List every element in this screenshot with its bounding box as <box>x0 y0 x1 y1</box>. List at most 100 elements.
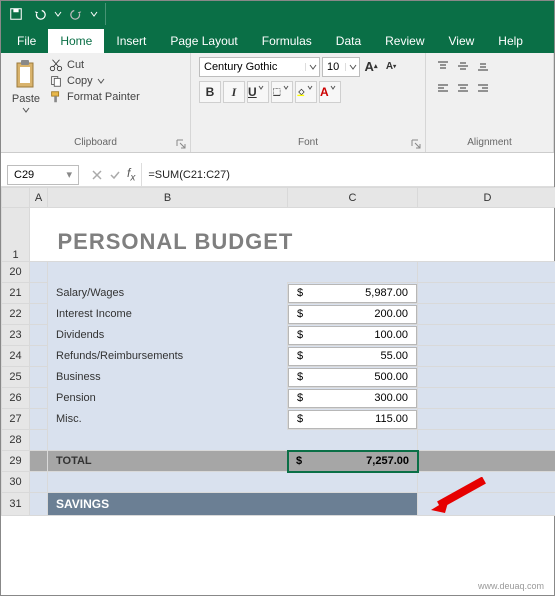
cell[interactable] <box>48 430 288 451</box>
row-header[interactable]: 31 <box>2 493 30 516</box>
cell[interactable] <box>418 346 555 367</box>
save-button[interactable] <box>5 3 27 25</box>
row-header[interactable]: 24 <box>2 346 30 367</box>
cell[interactable] <box>418 409 555 430</box>
decrease-font-button[interactable]: A▾ <box>382 57 400 75</box>
cell[interactable] <box>418 388 555 409</box>
qat-customize[interactable] <box>89 10 99 18</box>
row-header[interactable]: 29 <box>2 451 30 472</box>
clipboard-launcher[interactable] <box>175 138 187 150</box>
increase-font-button[interactable]: A▴ <box>362 57 380 75</box>
paste-button[interactable]: Paste <box>9 57 43 115</box>
cell-label[interactable]: Business <box>48 367 288 388</box>
cell-amount[interactable]: $100.00 <box>288 325 418 346</box>
chevron-down-icon[interactable] <box>345 63 359 71</box>
chevron-down-icon[interactable] <box>305 63 319 71</box>
cell[interactable] <box>30 493 48 516</box>
col-header-d[interactable]: D <box>418 188 555 208</box>
bold-button[interactable]: B <box>199 81 221 103</box>
row-header[interactable]: 27 <box>2 409 30 430</box>
cell[interactable] <box>288 472 418 493</box>
font-launcher[interactable] <box>410 138 422 150</box>
cell-section[interactable]: SAVINGS <box>48 493 418 516</box>
cell-amount[interactable]: $300.00 <box>288 388 418 409</box>
fill-color-button[interactable] <box>295 81 317 103</box>
cell[interactable] <box>30 430 48 451</box>
cell-title[interactable]: PERSONAL BUDGET <box>48 208 555 262</box>
cell[interactable] <box>418 451 555 472</box>
undo-button[interactable] <box>29 3 51 25</box>
redo-button[interactable] <box>65 3 87 25</box>
enter-icon[interactable] <box>109 169 121 181</box>
cell-amount[interactable]: $115.00 <box>288 409 418 430</box>
tab-pagelayout[interactable]: Page Layout <box>158 29 249 53</box>
align-bottom-button[interactable] <box>474 57 492 75</box>
cell[interactable] <box>30 472 48 493</box>
tab-view[interactable]: View <box>437 29 487 53</box>
align-right-button[interactable] <box>474 79 492 97</box>
cell-label[interactable]: Interest Income <box>48 304 288 325</box>
formula-bar[interactable]: =SUM(C21:C27) <box>142 169 554 181</box>
cell[interactable] <box>30 208 48 262</box>
cell[interactable] <box>418 325 555 346</box>
row-header[interactable]: 1 <box>2 208 30 262</box>
tab-home[interactable]: Home <box>48 29 104 53</box>
cell[interactable] <box>418 430 555 451</box>
cell-total-amount[interactable]: $7,257.00 <box>288 451 418 472</box>
align-middle-button[interactable] <box>454 57 472 75</box>
font-color-button[interactable]: A <box>319 81 341 103</box>
name-box[interactable]: C29 ▾ <box>7 165 79 185</box>
col-header-c[interactable]: C <box>288 188 418 208</box>
cell-label[interactable]: Refunds/Reimbursements <box>48 346 288 367</box>
cell[interactable] <box>418 367 555 388</box>
italic-button[interactable]: I <box>223 81 245 103</box>
font-size-input[interactable] <box>323 58 345 76</box>
row-header[interactable]: 21 <box>2 283 30 304</box>
cell-amount[interactable]: $500.00 <box>288 367 418 388</box>
cell-label[interactable]: Misc. <box>48 409 288 430</box>
cell[interactable] <box>418 304 555 325</box>
row-header[interactable]: 20 <box>2 262 30 283</box>
chevron-down-icon[interactable]: ▾ <box>66 168 72 181</box>
align-left-button[interactable] <box>434 79 452 97</box>
col-header-a[interactable]: A <box>30 188 48 208</box>
cell[interactable] <box>30 451 48 472</box>
tab-file[interactable]: File <box>5 29 48 53</box>
format-painter-button[interactable]: Format Painter <box>49 89 140 105</box>
row-header[interactable]: 26 <box>2 388 30 409</box>
cell-label[interactable]: Dividends <box>48 325 288 346</box>
cut-button[interactable]: Cut <box>49 57 140 73</box>
row-header[interactable]: 25 <box>2 367 30 388</box>
align-top-button[interactable] <box>434 57 452 75</box>
border-button[interactable] <box>271 81 293 103</box>
cell[interactable] <box>30 388 48 409</box>
cell[interactable] <box>418 283 555 304</box>
underline-button[interactable]: U <box>247 81 269 103</box>
select-all-corner[interactable] <box>2 188 30 208</box>
row-header[interactable]: 23 <box>2 325 30 346</box>
col-header-b[interactable]: B <box>48 188 288 208</box>
cell[interactable] <box>30 304 48 325</box>
cell-amount[interactable]: $55.00 <box>288 346 418 367</box>
cancel-icon[interactable] <box>91 169 103 181</box>
cell-total-label[interactable]: TOTAL <box>48 451 288 472</box>
cell[interactable] <box>30 283 48 304</box>
cell[interactable] <box>30 262 48 283</box>
cell[interactable] <box>30 325 48 346</box>
cell-amount[interactable]: $5,987.00 <box>288 283 418 304</box>
cell[interactable] <box>30 346 48 367</box>
cell-label[interactable]: Pension <box>48 388 288 409</box>
font-name-input[interactable] <box>200 58 305 76</box>
tab-insert[interactable]: Insert <box>104 29 158 53</box>
cell[interactable] <box>48 472 288 493</box>
cell[interactable] <box>48 262 288 283</box>
cell[interactable] <box>30 367 48 388</box>
cell-label[interactable]: Salary/Wages <box>48 283 288 304</box>
cell[interactable] <box>288 430 418 451</box>
fx-icon[interactable]: fx <box>127 166 135 183</box>
cell-amount[interactable]: $200.00 <box>288 304 418 325</box>
font-name-combo[interactable] <box>199 57 320 77</box>
row-header[interactable]: 28 <box>2 430 30 451</box>
cell[interactable] <box>30 409 48 430</box>
cell[interactable] <box>418 262 555 283</box>
